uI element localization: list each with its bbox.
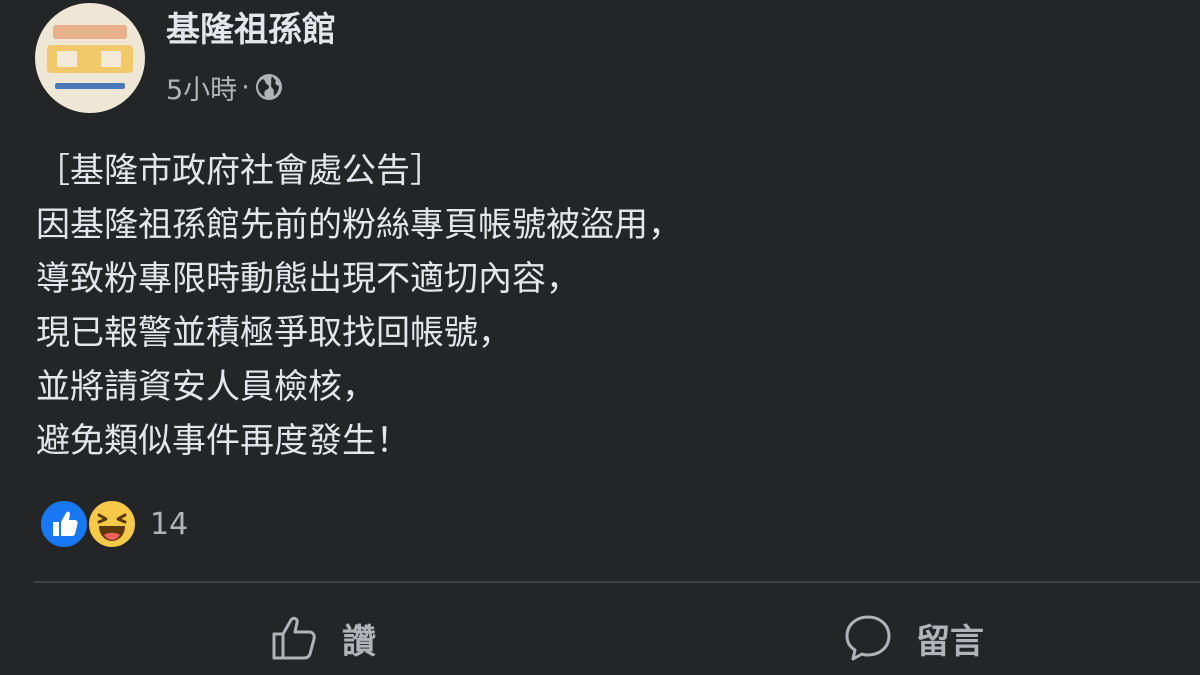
post-line: 並將請資安人員檢核， bbox=[36, 367, 376, 407]
like-button[interactable]: 讚 bbox=[268, 608, 376, 668]
reactions-summary[interactable]: 14 bbox=[38, 498, 188, 550]
post-line: 現已報警並積極爭取找回帳號， bbox=[36, 313, 512, 353]
page-avatar[interactable] bbox=[35, 3, 145, 113]
comment-button-label: 留言 bbox=[916, 621, 984, 662]
post-message: ［基隆市政府社會處公告］ 因基隆祖孫館先前的粉絲專頁帳號被盜用， 導致粉專限時動… bbox=[36, 144, 1156, 468]
post-timestamp[interactable]: 5小時 bbox=[166, 68, 237, 107]
page-name-link[interactable]: 基隆祖孫館 bbox=[166, 8, 336, 52]
post-line: 導致粉專限時動態出現不適切內容， bbox=[36, 259, 580, 299]
globe-icon[interactable] bbox=[254, 72, 284, 102]
post-line: 避免類似事件再度發生！ bbox=[36, 421, 410, 461]
meta-separator: · bbox=[241, 71, 250, 103]
comment-button[interactable]: 留言 bbox=[842, 608, 984, 668]
post-line: ［基隆市政府社會處公告］ bbox=[36, 151, 444, 191]
reaction-count: 14 bbox=[150, 506, 189, 542]
facebook-post: 基隆祖孫館 5小時 · ［基隆市政府社會處公告］ 因基隆祖孫館先前的粉絲專頁帳號… bbox=[0, 0, 1200, 675]
like-button-label: 讚 bbox=[342, 621, 376, 662]
comment-icon bbox=[845, 615, 891, 661]
post-meta: 5小時 · bbox=[166, 68, 284, 106]
like-reaction-icon bbox=[39, 499, 89, 549]
thumbs-up-icon bbox=[272, 616, 316, 660]
haha-reaction-icon bbox=[87, 499, 137, 549]
post-line: 因基隆祖孫館先前的粉絲專頁帳號被盜用， bbox=[36, 205, 682, 245]
actions-divider bbox=[34, 581, 1200, 583]
